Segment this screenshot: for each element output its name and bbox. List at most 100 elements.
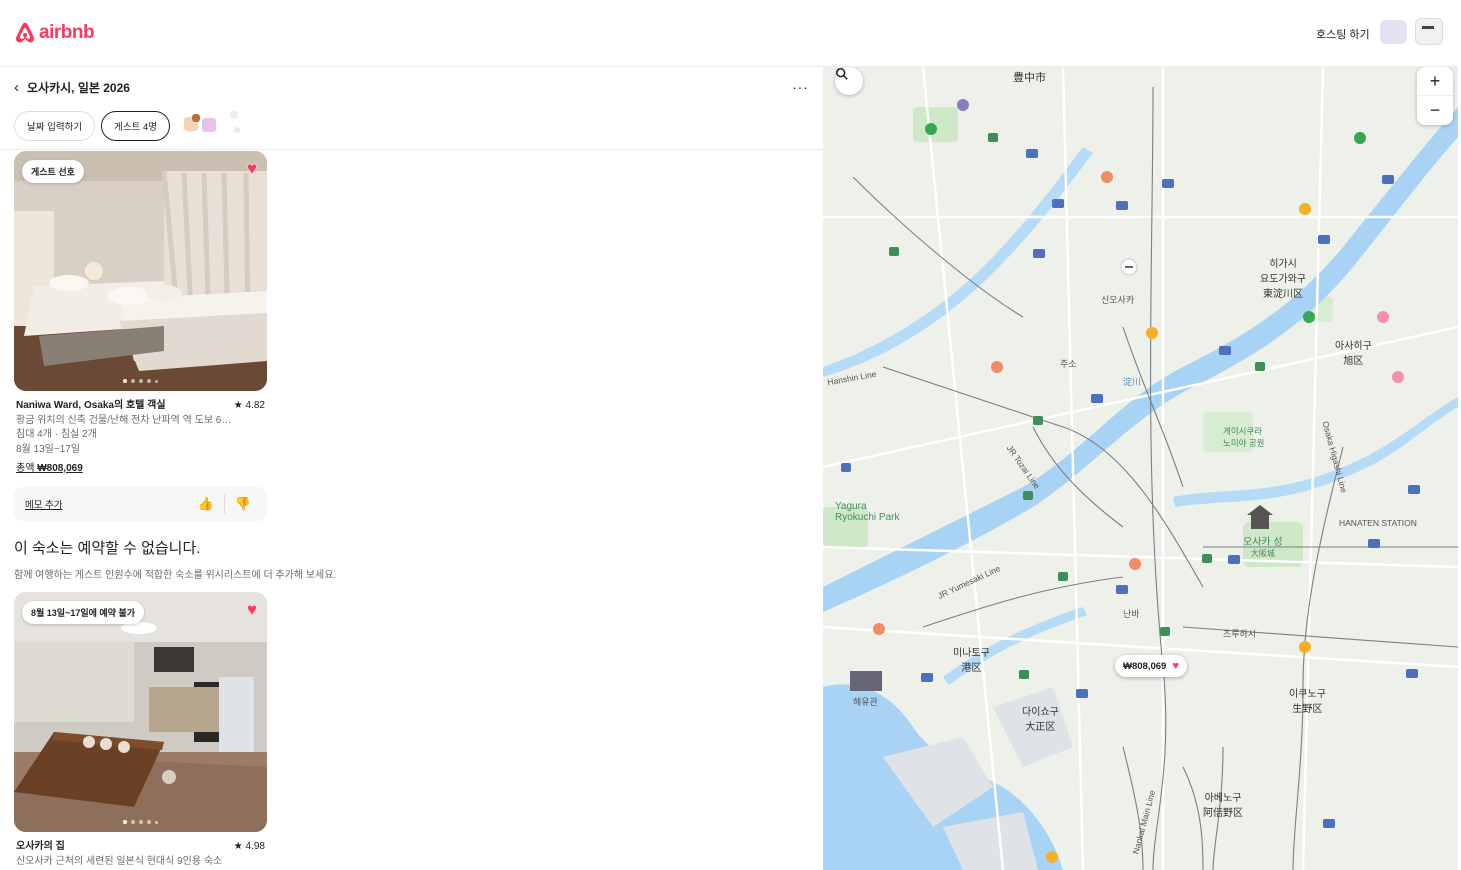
- pagination-dot: [155, 820, 158, 824]
- map-label-text: 東淀川区: [1263, 289, 1303, 300]
- pagination-dot: [155, 379, 158, 383]
- map-label-tsuruhashi: 츠루하시: [1223, 629, 1257, 639]
- map-label-toyonaka: 豊中市: [1013, 72, 1046, 84]
- listing-card[interactable]: 게스트 선호 ♥ Naniwa Ward, Osaka의 호텔 객실 ★ 4.8…: [14, 151, 267, 521]
- more-icon[interactable]: ···: [792, 79, 809, 95]
- listing-card[interactable]: 8월 13일~17일에 예약 불가 ♥ 오사카의 집 ★ 4.98 신오사카 근…: [14, 592, 267, 869]
- hotel-room-image: [14, 151, 267, 391]
- search-icon: [835, 67, 848, 80]
- top-header: airbnb 호스팅 하기: [0, 0, 1461, 67]
- unavailable-text: 함께 여행하는 게스트 인원수에 적합한 숙소를 위시리스트에 더 추가해 보세…: [14, 570, 337, 581]
- wishlist-panel: ‹ 오사카시, 일본 2026 ··· 날짜 입력하기 게스트 4명 게스트 선…: [0, 67, 823, 870]
- avatar: [201, 118, 216, 132]
- listing-description: 황금 위치의 신축 건물/난해 전차 난파역 역 도보 6분/...: [16, 414, 240, 426]
- wishlist-heart-icon[interactable]: ♥: [247, 160, 257, 177]
- house-interior-image: [14, 592, 267, 832]
- listing-photo[interactable]: 게스트 선호 ♥: [14, 151, 267, 391]
- unavailable-badge: 8월 13일~17일에 예약 불가: [22, 601, 145, 624]
- unavailable-heading: 이 숙소는 예약할 수 없습니다.: [14, 540, 201, 557]
- add-note-button[interactable]: 메모 추가: [25, 497, 193, 511]
- zoom-in-button[interactable]: +: [1417, 67, 1453, 96]
- map-label-text: 大正区: [1025, 722, 1056, 733]
- avatar: [191, 114, 200, 122]
- listing-rating: ★ 4.82: [233, 400, 265, 411]
- listing-description: 신오사카 근처의 세련된 일본식 현대식 9인용 숙소: [16, 855, 223, 867]
- listing-beds: 침대 4개 · 침실 2개: [16, 429, 97, 440]
- map-label-text: 아베노구: [1204, 793, 1242, 804]
- pin-price: ₩808,069: [1123, 660, 1167, 672]
- map-label-yodogawa: 淀川: [1123, 377, 1142, 387]
- map-label-namba: 난바: [1123, 609, 1140, 619]
- map-label-osaka-castle: 오사카 성 大阪城: [1243, 533, 1283, 559]
- pagination-dot: [131, 820, 135, 824]
- guest-favorite-badge: 게스트 선호: [22, 160, 84, 183]
- note-bar: 메모 추가 👍 👎: [14, 486, 267, 521]
- map-search-button[interactable]: [835, 67, 863, 95]
- price-prefix: 총액: [16, 463, 35, 474]
- become-host-link[interactable]: 호스팅 하기: [1306, 22, 1380, 46]
- map-label-text: 旭区: [1343, 356, 1364, 367]
- thumbs-down-icon[interactable]: 👎: [230, 496, 256, 512]
- unavailable-section: 이 숙소는 예약할 수 없습니다. 함께 여행하는 게스트 인원수에 적합한 숙…: [14, 537, 336, 581]
- map-label-taisho: 다이쇼구 大正区: [1022, 703, 1059, 733]
- map-label-tennoji-park: 게이시쿠라 노미야 공원: [1223, 426, 1265, 448]
- zoom-controls: + −: [1417, 67, 1453, 125]
- map-label-abeno: 아베노구 阿倍野区: [1203, 789, 1243, 819]
- photo-pagination: [14, 379, 267, 383]
- map-label-juso: 주소: [1060, 359, 1077, 369]
- listing-title: Naniwa Ward, Osaka의 호텔 객실: [16, 400, 166, 411]
- listing-dates: 8월 13일~17일: [16, 443, 81, 455]
- map-label-text: 港区: [961, 663, 982, 674]
- pagination-dot: [139, 379, 143, 383]
- map-label-text: 다이쇼구: [1022, 707, 1059, 718]
- profile-menu-button[interactable]: [1415, 18, 1443, 45]
- map-label-text: 오사카 성: [1243, 537, 1283, 548]
- listing-price[interactable]: 총액 ₩808,069: [16, 462, 265, 477]
- collaborator-avatars[interactable]: [176, 111, 246, 141]
- map-label-text: 生野区: [1292, 704, 1323, 715]
- map-label-hanaten: HANATEN STATION: [1339, 518, 1417, 528]
- thumbs-up-icon[interactable]: 👍: [193, 496, 219, 512]
- airbnb-logo-icon: [15, 22, 35, 43]
- guest-filter-chip[interactable]: 게스트 4명: [101, 111, 170, 141]
- map-label-text: 미나토구: [953, 648, 990, 659]
- price-value: ₩808,069: [37, 463, 83, 474]
- map-label-text: 이쿠노구: [1289, 689, 1326, 700]
- back-arrow-icon[interactable]: ‹: [14, 80, 19, 95]
- map-label-higashiyodogawa: 히가시 요도가와구 東淀川区: [1260, 255, 1306, 300]
- heart-icon: ♥: [1172, 660, 1179, 672]
- pagination-dot: [147, 820, 151, 824]
- map-label-text: 히가시 요도가와구: [1260, 259, 1306, 285]
- map-label-text: 아사히구: [1335, 341, 1372, 352]
- map-panel[interactable]: 豊中市 신오사카 주소 히가시 요도가와구 東淀川区 淀川 아사히구 旭区 게이…: [823, 67, 1458, 870]
- map-canvas[interactable]: [823, 67, 1458, 870]
- map-label-yagura-park: Yagura Ryokuchi Park: [835, 501, 900, 523]
- map-label-text: 阿倍野区: [1203, 808, 1243, 819]
- map-label-kaiyukan: 해유관: [853, 697, 878, 707]
- airbnb-logo[interactable]: airbnb: [14, 21, 95, 45]
- photo-pagination: [14, 820, 267, 824]
- divider: [224, 493, 225, 514]
- pagination-dot: [147, 379, 151, 383]
- pagination-dot: [123, 820, 127, 824]
- listing-rating: ★ 4.98: [233, 841, 265, 852]
- pagination-dot: [139, 820, 143, 824]
- date-filter-chip[interactable]: 날짜 입력하기: [14, 111, 96, 141]
- map-label-shinosaka: 신오사카: [1101, 295, 1135, 305]
- map-label-asahi: 아사히구 旭区: [1335, 337, 1372, 367]
- pagination-dot: [123, 379, 127, 383]
- map-label-ikuno: 이쿠노구 生野区: [1289, 685, 1326, 715]
- map-label-minato: 미나토구 港区: [953, 644, 990, 674]
- wishlist-heart-icon[interactable]: ♥: [247, 601, 257, 618]
- language-globe-icon[interactable]: [1380, 20, 1407, 44]
- zoom-out-button[interactable]: −: [1417, 96, 1453, 125]
- avatar: [229, 111, 238, 119]
- wishlist-title: 오사카시, 일본 2026: [27, 81, 130, 95]
- divider: [0, 149, 823, 150]
- map-label-text: 大阪城: [1250, 549, 1275, 558]
- listing-title: 오사카의 집: [16, 841, 65, 852]
- listing-photo[interactable]: 8월 13일~17일에 예약 불가 ♥: [14, 592, 267, 832]
- brand-name: airbnb: [39, 22, 95, 43]
- pagination-dot: [131, 379, 135, 383]
- map-price-pin[interactable]: ₩808,069 ♥: [1115, 655, 1187, 677]
